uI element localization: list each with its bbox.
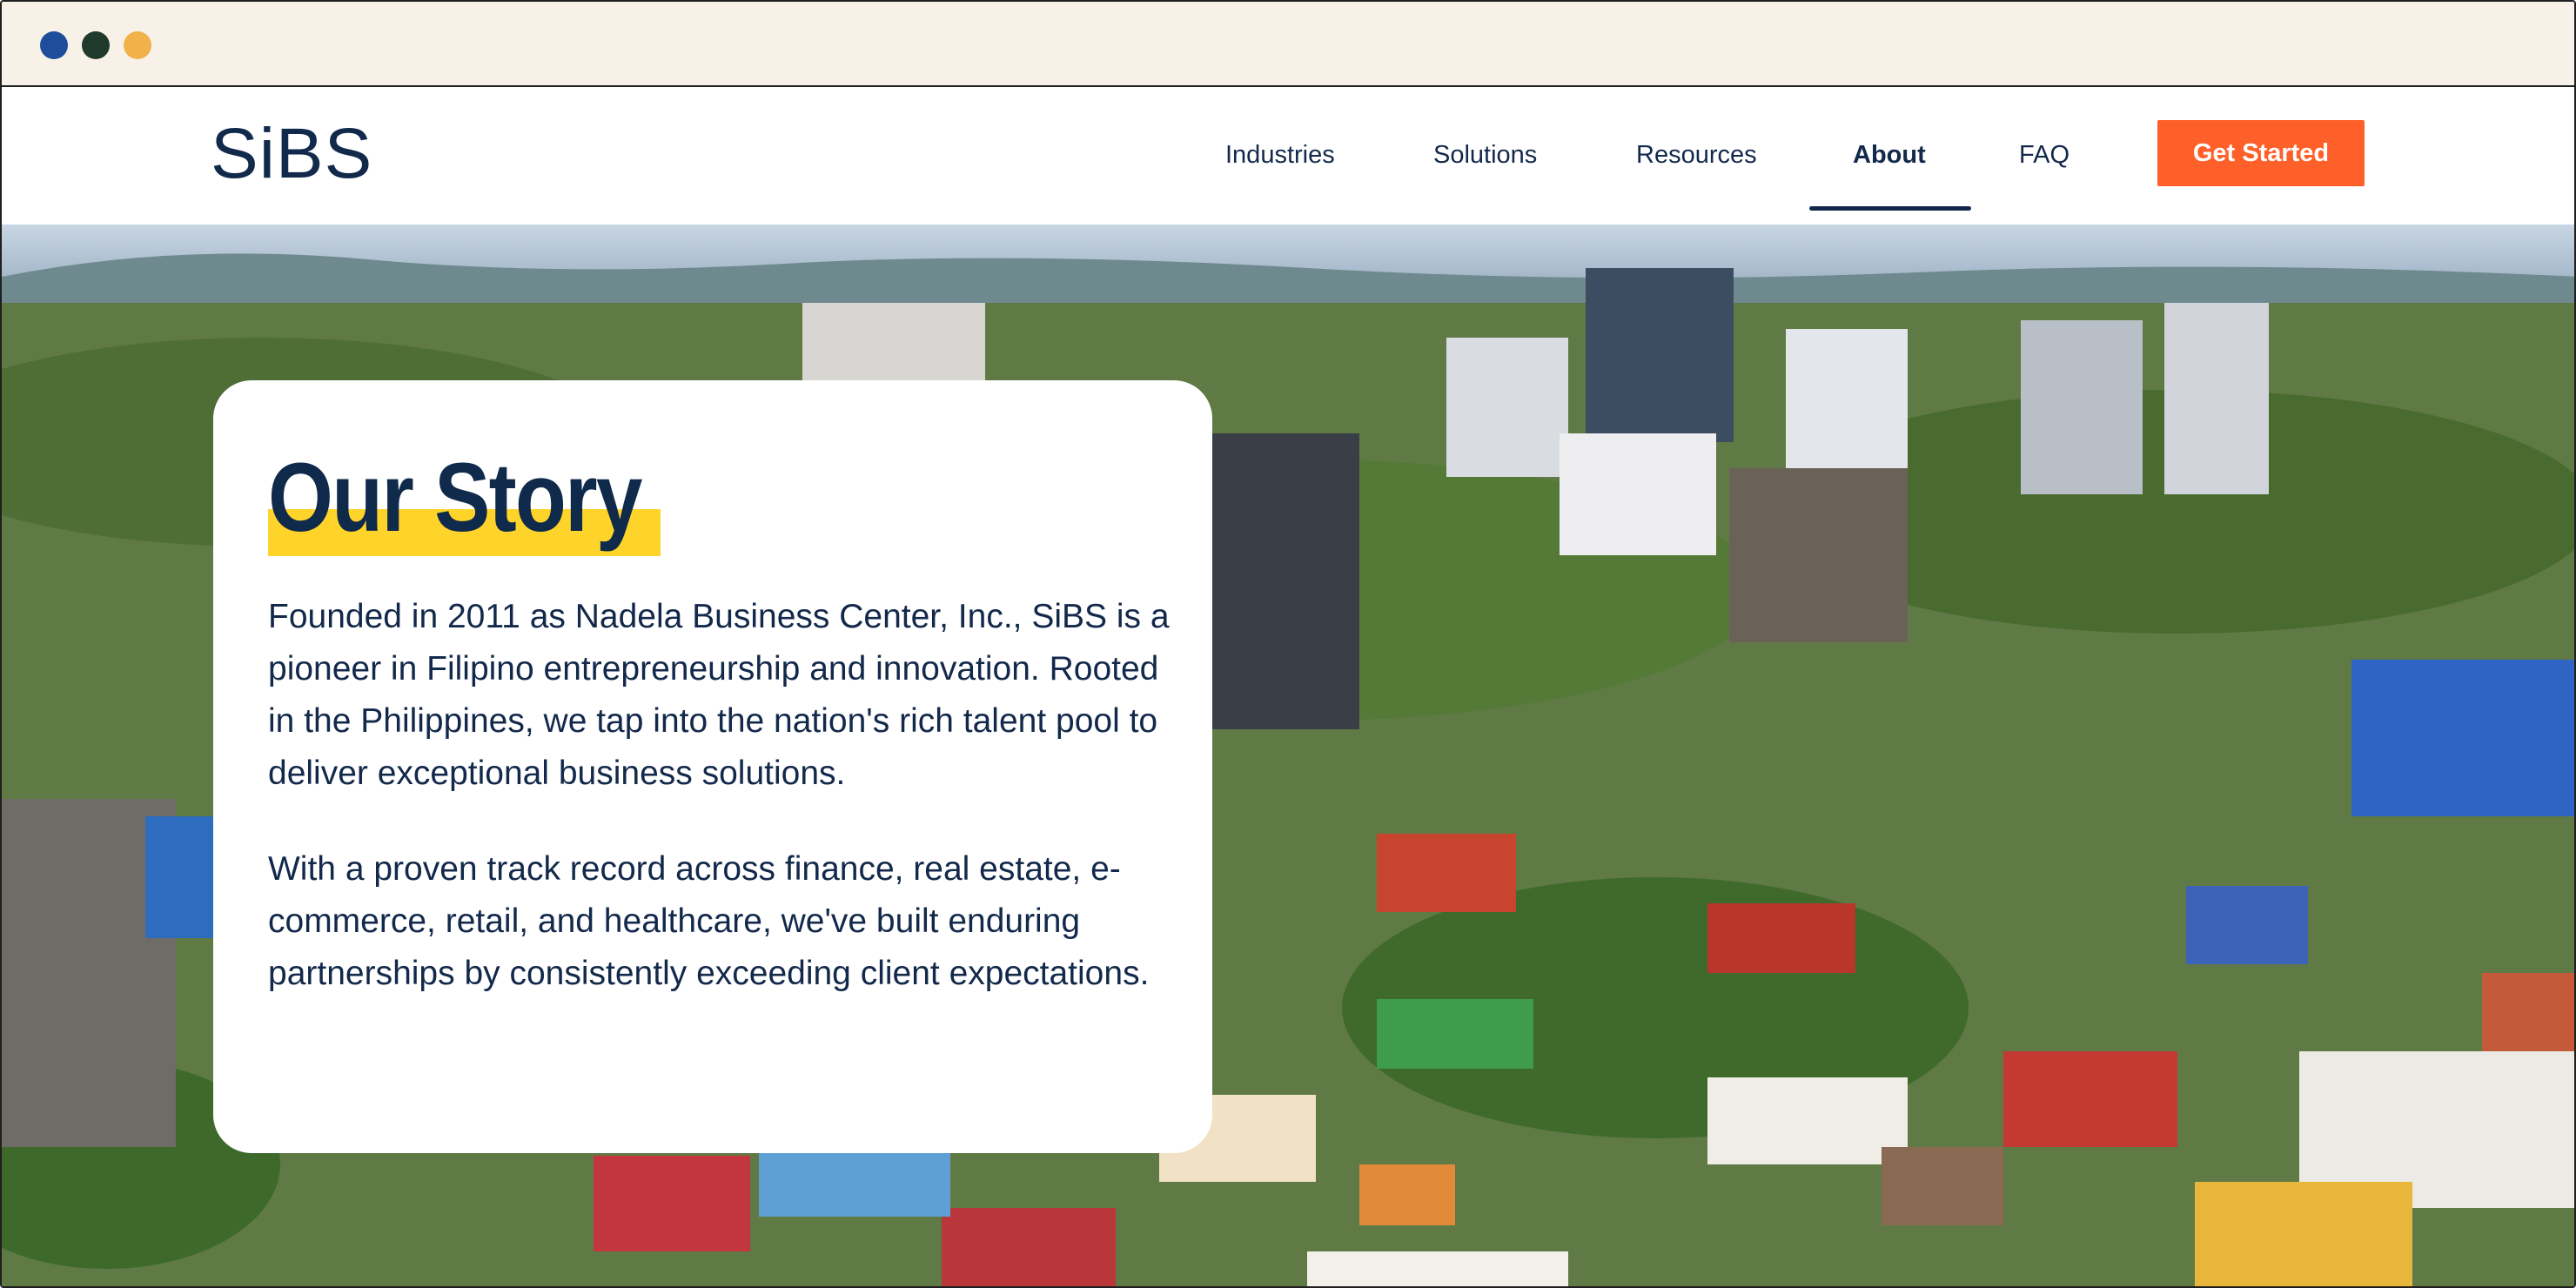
site-header: SiBS Industries Solutions Resources Abou… (2, 87, 2574, 225)
active-nav-indicator (1809, 206, 1971, 211)
nav-item-resources[interactable]: Resources (1636, 141, 1757, 170)
nav-item-faq[interactable]: FAQ (2019, 141, 2070, 170)
get-started-button[interactable]: Get Started (2157, 120, 2365, 186)
story-paragraph-2: With a proven track record across financ… (268, 850, 1150, 992)
story-title-block: Our Story (268, 441, 702, 556)
story-title: Our Story (268, 443, 642, 552)
nav-item-about[interactable]: About (1853, 141, 1926, 170)
window-close-button[interactable] (40, 31, 68, 59)
window-minimize-button[interactable] (82, 31, 110, 59)
story-paragraph-1: Founded in 2011 as Nadela Business Cente… (268, 598, 1170, 792)
browser-chrome (2, 2, 2574, 87)
nav-item-industries[interactable]: Industries (1225, 141, 1335, 170)
nav-item-solutions[interactable]: Solutions (1433, 141, 1537, 170)
our-story-card: Our Story Founded in 2011 as Nadela Busi… (213, 380, 1212, 1153)
browser-window: SiBS Industries Solutions Resources Abou… (0, 0, 2576, 1288)
window-maximize-button[interactable] (124, 31, 151, 59)
